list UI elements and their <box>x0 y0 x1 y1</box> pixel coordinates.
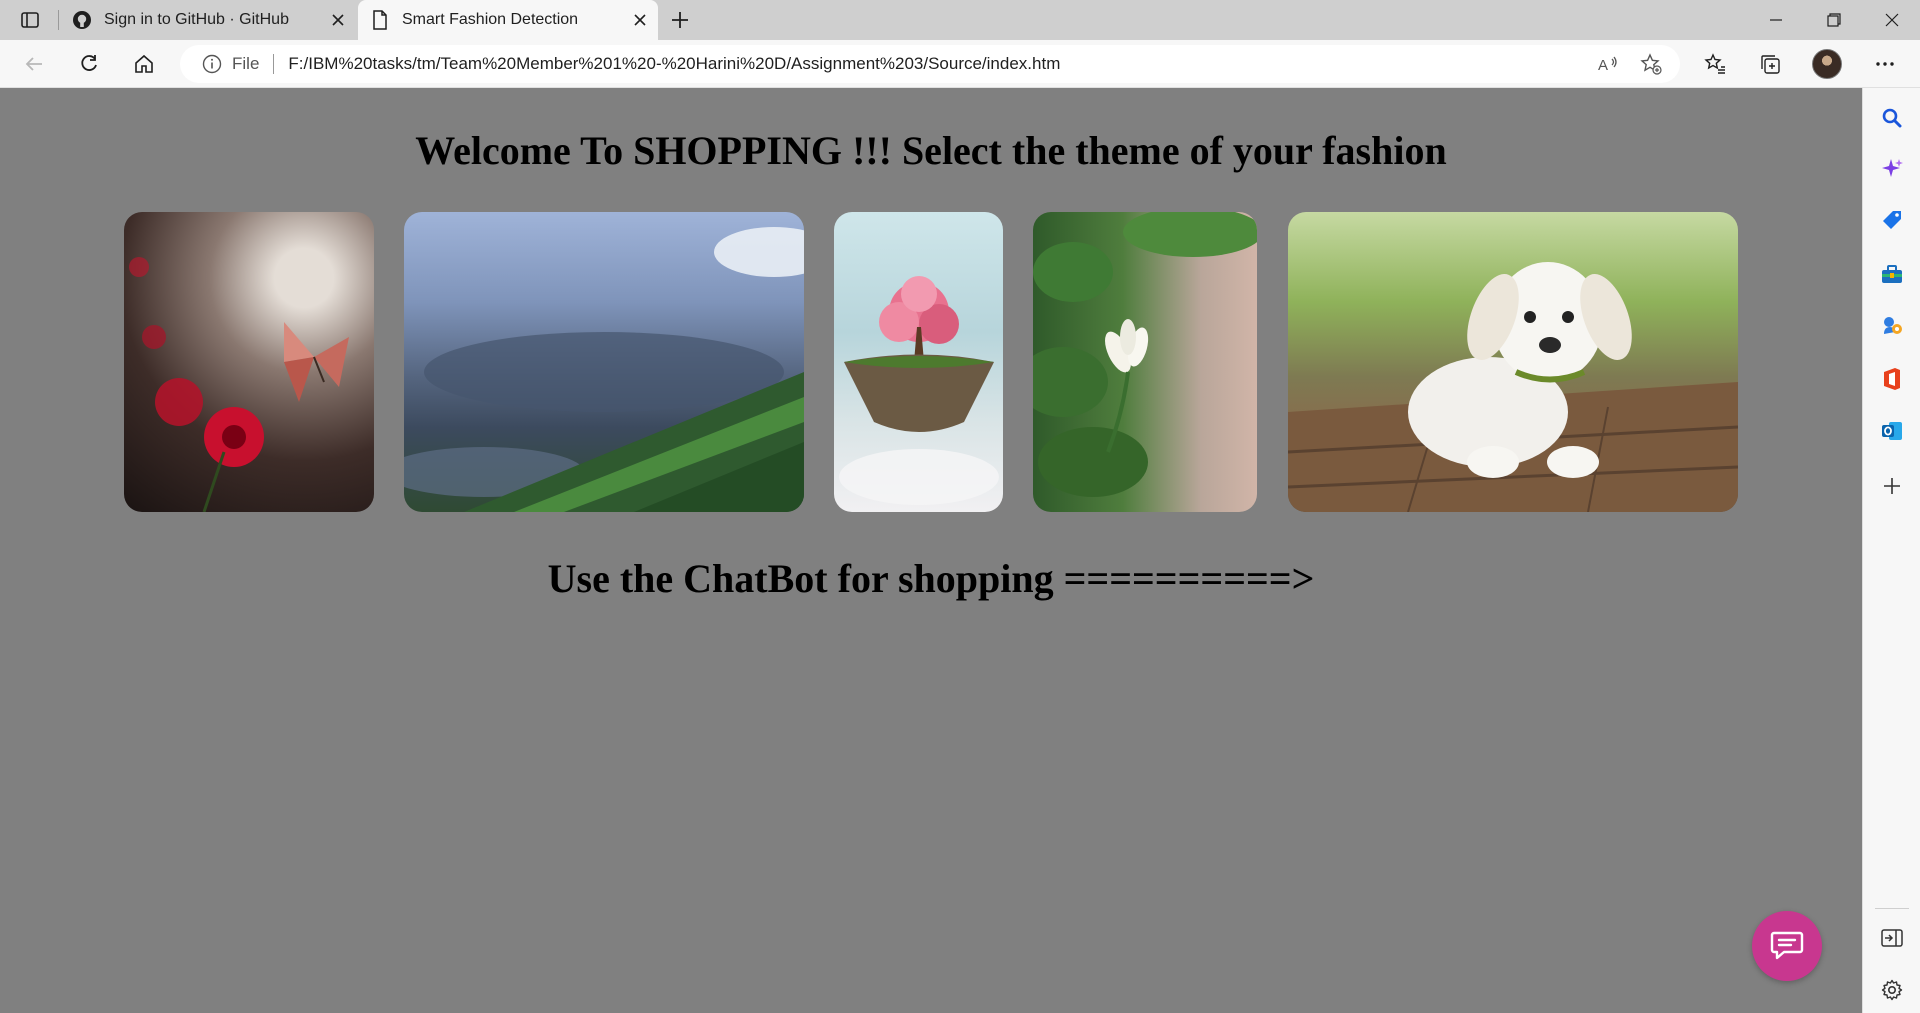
office-icon[interactable] <box>1878 365 1906 393</box>
theme-image-puppy[interactable] <box>1288 212 1738 512</box>
refresh-button[interactable] <box>73 48 105 80</box>
more-menu-button[interactable] <box>1869 48 1901 80</box>
tab-actions-icon[interactable] <box>14 8 46 32</box>
new-tab-button[interactable] <box>666 6 694 34</box>
github-icon <box>72 10 92 30</box>
tab-title: Smart Fashion Detection <box>402 11 579 28</box>
toolbar: File F:/IBM%20tasks/tm/Team%20Member%201… <box>0 40 1920 88</box>
tools-icon[interactable] <box>1878 260 1906 288</box>
scheme-label: File <box>232 54 260 73</box>
chatbot-prompt: Use the ChatBot for shopping ==========> <box>547 556 1315 601</box>
close-window-button[interactable] <box>1864 0 1920 40</box>
favorites-button[interactable] <box>1699 48 1731 80</box>
theme-image-butterfly[interactable] <box>124 212 374 512</box>
search-icon[interactable] <box>1878 104 1906 132</box>
theme-image-floating-tree[interactable] <box>834 212 1003 512</box>
address-divider <box>273 54 275 74</box>
add-favorite-icon[interactable] <box>1639 52 1663 76</box>
tab-separator <box>58 10 59 30</box>
restore-button[interactable] <box>1806 0 1862 40</box>
collections-button[interactable] <box>1754 48 1786 80</box>
close-icon[interactable] <box>630 10 650 30</box>
url-text[interactable]: F:/IBM%20tasks/tm/Team%20Member%201%20-%… <box>288 54 1060 74</box>
add-icon[interactable] <box>1878 472 1906 500</box>
tab-github[interactable]: Sign in to GitHub · GitHub <box>60 0 356 40</box>
address-bar[interactable]: File F:/IBM%20tasks/tm/Team%20Member%201… <box>180 45 1680 83</box>
close-icon[interactable] <box>328 10 348 30</box>
theme-image-white-flower[interactable] <box>1033 212 1257 512</box>
tab-title: Sign in to GitHub · GitHub <box>104 11 289 28</box>
copilot-icon[interactable] <box>1878 155 1906 183</box>
settings-icon[interactable] <box>1878 976 1906 1004</box>
sidebar-divider <box>1875 908 1909 909</box>
minimize-button[interactable] <box>1748 0 1804 40</box>
profile-avatar[interactable] <box>1812 49 1842 79</box>
home-button[interactable] <box>128 48 160 80</box>
page-title: Welcome To SHOPPING !!! Select the theme… <box>415 128 1447 173</box>
info-icon[interactable] <box>202 54 222 74</box>
tab-smart-fashion-detection[interactable]: Smart Fashion Detection <box>358 0 658 40</box>
theme-image-cloudy-sky[interactable] <box>404 212 804 512</box>
chatbot-button[interactable] <box>1752 911 1822 981</box>
svg-text:A: A <box>1598 57 1608 74</box>
browser-sidebar <box>1862 88 1920 1013</box>
page-icon <box>370 10 390 30</box>
hide-sidebar-icon[interactable] <box>1878 924 1906 952</box>
shopping-icon[interactable] <box>1878 207 1906 235</box>
read-aloud-icon[interactable]: A <box>1596 52 1620 76</box>
tab-strip: Sign in to GitHub · GitHub Smart Fashion… <box>0 0 1920 40</box>
page-viewport: Welcome To SHOPPING !!! Select the theme… <box>0 89 1862 1013</box>
chat-icon <box>1770 931 1804 960</box>
games-icon[interactable] <box>1878 312 1906 340</box>
back-button[interactable] <box>18 48 50 80</box>
outlook-icon[interactable] <box>1878 417 1906 445</box>
